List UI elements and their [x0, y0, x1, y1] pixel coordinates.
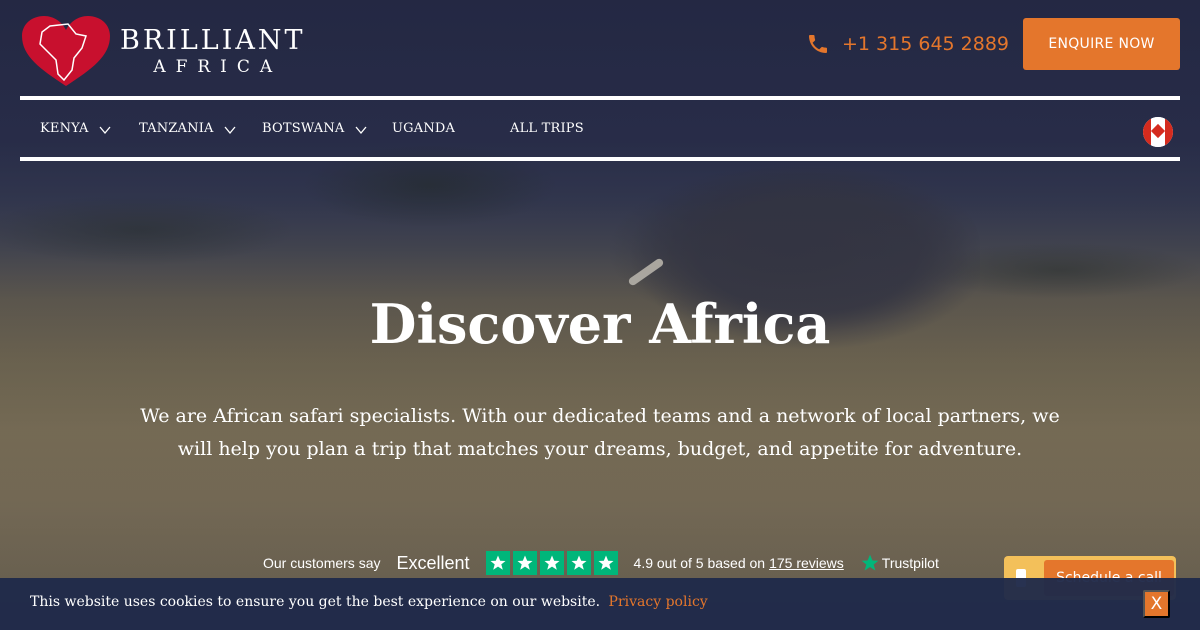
star-icon	[593, 551, 618, 575]
chevron-down-icon	[224, 126, 236, 134]
star-icon	[566, 551, 591, 575]
nav-item-label: UGANDA	[392, 121, 456, 136]
trustpilot-rating-word: Excellent	[396, 552, 470, 573]
hero-title: Discover Africa	[369, 292, 831, 356]
trustpilot-intro: Our customers say	[263, 555, 381, 571]
star-icon	[512, 551, 537, 575]
logo-subtitle: AFRICA	[153, 57, 283, 77]
nav-item-label: ALL TRIPS	[510, 121, 584, 136]
nav-item-uganda[interactable]: UGANDA	[392, 100, 455, 157]
star-icon	[539, 551, 564, 575]
nav-item-tanzania[interactable]: TANZANIA	[139, 100, 236, 157]
cookie-close-button[interactable]: X	[1143, 590, 1170, 618]
nav-item-all-trips[interactable]: ALL TRIPS	[510, 100, 584, 157]
cookie-banner: This website uses cookies to ensure you …	[0, 578, 1200, 630]
chevron-down-icon	[99, 126, 111, 134]
logo-name: BRILLIANT	[120, 25, 306, 56]
nav-item-label: TANZANIA	[139, 121, 214, 136]
nav-item-kenya[interactable]: KENYA	[40, 100, 111, 157]
flag-left-band	[1143, 117, 1151, 147]
cookie-text: This website uses cookies to ensure you …	[30, 594, 601, 610]
star-icon	[485, 551, 510, 575]
cookie-message: This website uses cookies to ensure you …	[30, 594, 708, 610]
canada-flag-icon[interactable]	[1143, 117, 1173, 147]
flag-center	[1150, 117, 1166, 147]
nav-item-botswana[interactable]: BOTSWANA	[262, 100, 367, 157]
trustpilot-widget[interactable]: Our customers say Excellent 4.9 out of 5…	[263, 549, 939, 577]
nav-item-label: BOTSWANA	[262, 121, 345, 136]
trustpilot-brand-name: Trustpilot	[881, 555, 939, 571]
trustpilot-score: 4.9 out of 5 based on	[633, 555, 766, 571]
phone-link[interactable]: +1 315 645 2889	[806, 30, 1009, 58]
hero-description: We are African safari specialists. With …	[140, 405, 1060, 460]
trustpilot-stars	[485, 551, 618, 575]
trustpilot-brand: Trustpilot	[860, 553, 939, 573]
nav-item-label: KENYA	[40, 121, 89, 136]
chevron-down-icon	[355, 126, 366, 134]
site-header: BRILLIANT AFRICA +1 315 645 2889 ENQUIRE…	[0, 0, 1200, 96]
brand-logo[interactable]: BRILLIANT AFRICA	[20, 14, 330, 90]
enquire-now-button[interactable]: ENQUIRE NOW	[1023, 18, 1180, 70]
phone-icon	[809, 35, 827, 53]
flag-right-band	[1165, 117, 1173, 147]
trustpilot-star-icon	[861, 554, 879, 571]
main-nav: KENYA TANZANIA BOTSWANA UGANDA ALL TRIPS	[20, 96, 1180, 161]
logo-text: BRILLIANT AFRICA	[120, 26, 306, 78]
maple-leaf-icon	[1150, 123, 1166, 139]
trustpilot-reviews-link[interactable]: 175 reviews	[769, 555, 844, 571]
phone-number: +1 315 645 2889	[842, 33, 1010, 55]
africa-heart-icon	[22, 16, 110, 86]
privacy-policy-link[interactable]: Privacy policy	[609, 594, 708, 610]
